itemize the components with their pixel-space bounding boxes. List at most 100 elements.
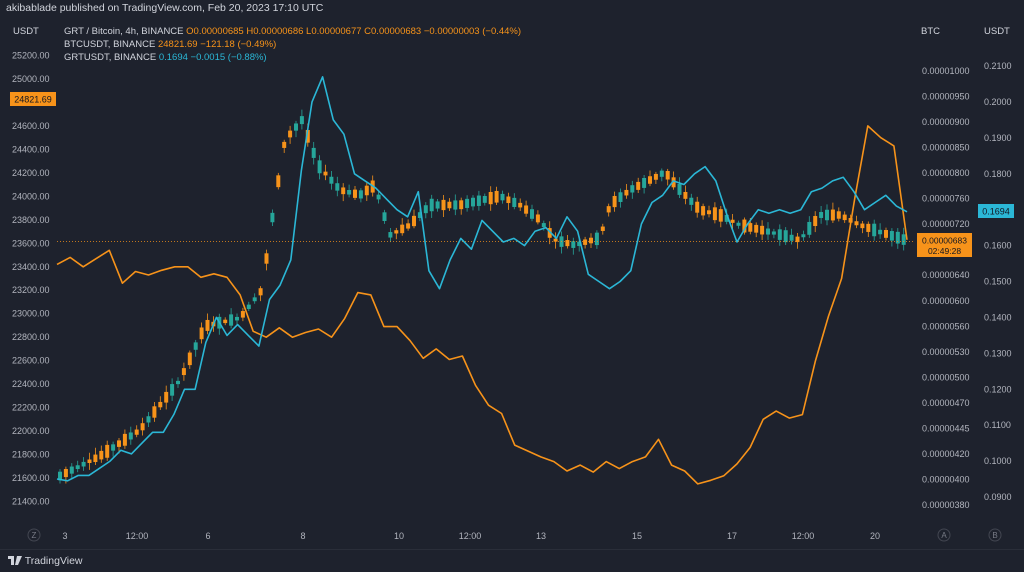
candle-body xyxy=(866,223,871,232)
right-axis-tick: 0.1800 xyxy=(984,169,1012,179)
left-axis-tick: 25000.00 xyxy=(12,74,50,84)
x-axis-tick: 6 xyxy=(205,531,210,541)
mid-axis-tick: 0.00000445 xyxy=(922,423,970,433)
axis-ticks: 25200.00 25000.00 24600.00 24400.00 24200.00… xyxy=(12,51,1012,542)
left-axis-tick: 24200.00 xyxy=(12,168,50,178)
candle-body xyxy=(99,450,104,460)
tradingview-brand: TradingView xyxy=(24,555,83,567)
candle-body xyxy=(423,205,428,214)
right-axis-tick: 0.1300 xyxy=(984,348,1012,358)
candle-body xyxy=(353,189,357,198)
x-axis-tick: 3 xyxy=(62,531,67,541)
candle-body xyxy=(718,209,723,222)
mid-axis-tick: 0.00000420 xyxy=(922,449,970,459)
candle-body xyxy=(789,234,794,241)
candle-body xyxy=(860,223,865,229)
candle-body xyxy=(164,391,169,403)
candle-body xyxy=(400,224,405,234)
candle-body xyxy=(235,316,239,321)
candle-body xyxy=(294,123,298,131)
x-axis-tick: 10 xyxy=(394,531,404,541)
mid-axis-tick: 0.00001000 xyxy=(922,66,970,76)
candle-body xyxy=(388,232,393,238)
candle-body xyxy=(412,215,416,227)
candle-body xyxy=(170,384,175,396)
candle-body xyxy=(748,223,753,232)
candle-body xyxy=(636,181,641,190)
left-axis-tick: 25200.00 xyxy=(12,51,50,61)
candle-body xyxy=(317,160,322,174)
candle-body xyxy=(612,195,617,208)
candle-body xyxy=(264,253,269,264)
candle-body xyxy=(530,209,534,219)
candle-body xyxy=(872,223,877,237)
candle-body xyxy=(329,176,334,184)
price-chart[interactable]: 25200.00 25000.00 24600.00 24400.00 24200.00… xyxy=(0,0,1024,549)
left-axis-tick: 22800.00 xyxy=(12,332,50,342)
left-axis-tick: 23200.00 xyxy=(12,285,50,295)
candle-body xyxy=(535,214,540,223)
candle-body xyxy=(181,368,186,376)
left-axis-tick: 23800.00 xyxy=(12,215,50,225)
btcusdt-line xyxy=(56,125,908,485)
candle-body xyxy=(583,239,588,245)
candle-body xyxy=(152,406,157,418)
candle-body xyxy=(653,173,658,180)
mid-axis-tick: 0.00000950 xyxy=(922,92,970,102)
mid-axis-tick: 0.00000400 xyxy=(922,474,970,484)
x-axis-tick: 17 xyxy=(727,531,737,541)
candle-body xyxy=(642,177,647,188)
right-axis-tick: 0.1200 xyxy=(984,384,1012,394)
grtusdt-line xyxy=(56,76,908,482)
candle-body xyxy=(347,190,352,195)
left-axis-tick: 23600.00 xyxy=(12,238,50,248)
candle-body xyxy=(81,461,86,467)
right-axis-tick: 0.1900 xyxy=(984,133,1012,143)
left-axis-tick: 23000.00 xyxy=(12,309,50,319)
candle-body xyxy=(500,193,505,201)
mid-axis-tick: 0.00000640 xyxy=(922,270,970,280)
candle-body xyxy=(111,444,116,451)
candle-body xyxy=(435,201,440,209)
candle-body xyxy=(93,454,98,463)
tradingview-logo[interactable]: TradingView xyxy=(8,555,83,567)
candle-body xyxy=(488,191,493,205)
candle-body xyxy=(813,215,818,227)
candle-body xyxy=(335,183,340,191)
candle-body xyxy=(382,212,387,222)
x-axis-tick: 12:00 xyxy=(126,531,149,541)
grt-btc-candles xyxy=(58,109,906,484)
left-axis-tick: 24400.00 xyxy=(12,144,50,154)
candle-body xyxy=(884,230,888,238)
x-axis-tick: 12:00 xyxy=(792,531,815,541)
candle-body xyxy=(311,147,316,158)
candle-body xyxy=(117,440,121,447)
mid-axis-tick: 0.00000800 xyxy=(922,168,970,178)
mid-axis-tick: 0.00000720 xyxy=(922,219,970,229)
candle-body xyxy=(193,342,198,350)
candle-body xyxy=(807,221,812,235)
candle-body xyxy=(665,170,670,180)
candle-body xyxy=(512,197,517,208)
candle-body xyxy=(730,219,735,223)
candle-body xyxy=(199,327,204,340)
candle-body xyxy=(777,229,782,240)
candle-body xyxy=(606,206,611,213)
mid-axis-tick: 0.00000560 xyxy=(922,321,970,331)
candle-body xyxy=(258,288,263,296)
candle-body xyxy=(323,171,328,176)
candle-body xyxy=(689,197,694,205)
candle-body xyxy=(282,141,287,148)
candle-body xyxy=(376,194,381,200)
candle-body xyxy=(677,183,682,195)
candle-body xyxy=(771,231,776,235)
footer: TradingView xyxy=(0,549,1024,572)
right-axis-tick: 0.2100 xyxy=(984,61,1012,71)
candle-body xyxy=(240,311,245,318)
candle-body xyxy=(701,206,706,216)
candle-body xyxy=(441,199,446,211)
left-axis-tick: 21400.00 xyxy=(12,496,50,506)
candle-body xyxy=(683,191,688,199)
candle-body xyxy=(618,192,623,202)
btc-price-tag: 24821.69 xyxy=(14,95,52,105)
